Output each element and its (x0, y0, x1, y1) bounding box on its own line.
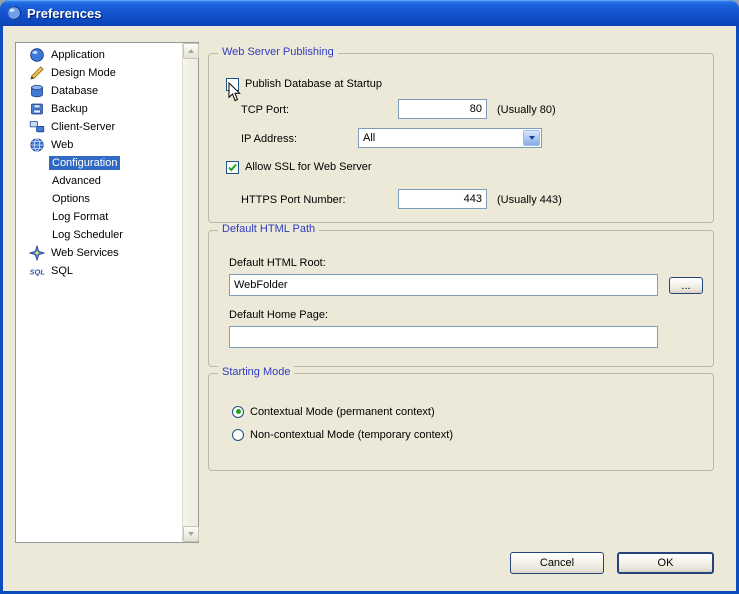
publish-database-checkbox[interactable] (226, 78, 239, 91)
arrow-up-icon (188, 49, 194, 53)
sidebar-item-label: Web (48, 138, 76, 152)
app-icon (6, 5, 22, 21)
browse-button[interactable]: ... (669, 277, 703, 294)
contextual-mode-radio[interactable] (232, 406, 244, 418)
sidebar-item-label: Web Services (48, 246, 122, 260)
titlebar[interactable]: Preferences (0, 0, 739, 26)
sidebar-item-label: Configuration (49, 156, 120, 170)
sidebar-item-application[interactable]: Application (16, 46, 198, 64)
tcp-port-hint: (Usually 80) (497, 104, 556, 116)
ip-address-select[interactable]: All (358, 128, 542, 148)
preferences-nav-list: Application Design Mode Database Backup (15, 42, 199, 543)
sidebar-item-label: Database (48, 84, 101, 98)
backup-icon (29, 101, 45, 117)
sidebar-item-client-server[interactable]: Client-Server (16, 118, 198, 136)
group-default-html-path: Default HTML Path Default HTML Root: ...… (208, 230, 714, 367)
chevron-down-icon (529, 136, 535, 140)
sidebar-item-label: Log Scheduler (49, 228, 126, 242)
https-port-label: HTTPS Port Number: (241, 194, 346, 206)
sidebar-item-label: Options (49, 192, 93, 206)
https-port-hint: (Usually 443) (497, 194, 562, 206)
dialog-client-area: Application Design Mode Database Backup (3, 26, 736, 591)
contextual-mode-label: Contextual Mode (permanent context) (250, 406, 435, 418)
window-title: Preferences (27, 6, 101, 21)
application-icon (29, 47, 45, 63)
scroll-up-button[interactable] (183, 43, 199, 59)
sidebar-scrollbar[interactable] (182, 43, 198, 542)
group-title: Web Server Publishing (218, 46, 338, 58)
sidebar-item-log-format[interactable]: Log Format (16, 208, 198, 226)
sidebar-item-database[interactable]: Database (16, 82, 198, 100)
sidebar-item-label: Client-Server (48, 120, 118, 134)
check-icon (227, 162, 238, 173)
allow-ssl-row: Allow SSL for Web Server (226, 160, 372, 174)
sidebar-item-options[interactable]: Options (16, 190, 198, 208)
ip-address-value: All (359, 132, 522, 144)
sidebar-item-advanced[interactable]: Advanced (16, 172, 198, 190)
contextual-mode-row: Contextual Mode (permanent context) (232, 405, 435, 418)
sidebar-item-label: Application (48, 48, 108, 62)
svg-text:SQL: SQL (30, 268, 46, 277)
sidebar-item-backup[interactable]: Backup (16, 100, 198, 118)
group-title: Starting Mode (218, 366, 294, 378)
publish-database-row: Publish Database at Startup (226, 77, 382, 91)
group-starting-mode: Starting Mode Contextual Mode (permanent… (208, 373, 714, 471)
sidebar-item-label: Advanced (49, 174, 104, 188)
non-contextual-mode-label: Non-contextual Mode (temporary context) (250, 429, 453, 441)
sidebar-item-log-scheduler[interactable]: Log Scheduler (16, 226, 198, 244)
design-mode-icon (29, 65, 45, 81)
sidebar-item-design-mode[interactable]: Design Mode (16, 64, 198, 82)
sidebar-item-label: Backup (48, 102, 91, 116)
cancel-button[interactable]: Cancel (510, 552, 604, 574)
group-title: Default HTML Path (218, 223, 319, 235)
sidebar-item-web-services[interactable]: Web Services (16, 244, 198, 262)
sidebar-item-sql[interactable]: SQL SQL (16, 262, 198, 280)
tcp-port-input[interactable] (398, 99, 487, 119)
ok-button[interactable]: OK (617, 552, 714, 574)
allow-ssl-checkbox[interactable] (226, 161, 239, 174)
scroll-down-button[interactable] (183, 526, 199, 542)
ip-address-label: IP Address: (241, 133, 297, 145)
non-contextual-mode-row: Non-contextual Mode (temporary context) (232, 428, 453, 441)
sidebar-item-label: Design Mode (48, 66, 119, 80)
arrow-down-icon (188, 532, 194, 536)
client-server-icon (29, 119, 45, 135)
publish-database-label: Publish Database at Startup (245, 78, 382, 90)
html-root-label: Default HTML Root: (229, 257, 326, 269)
database-icon (29, 83, 45, 99)
web-services-icon (29, 245, 45, 261)
group-web-server-publishing: Web Server Publishing Publish Database a… (208, 53, 714, 223)
https-port-input[interactable] (398, 189, 487, 209)
preferences-window: Preferences Application Design Mode (0, 0, 739, 594)
dropdown-button[interactable] (523, 130, 540, 146)
sql-icon: SQL (29, 263, 45, 279)
html-root-input[interactable] (229, 274, 658, 296)
tcp-port-label: TCP Port: (241, 104, 289, 116)
sidebar-item-label: SQL (48, 264, 76, 278)
non-contextual-mode-radio[interactable] (232, 429, 244, 441)
sidebar-item-configuration[interactable]: Configuration (16, 154, 198, 172)
home-page-input[interactable] (229, 326, 658, 348)
web-globe-icon (29, 137, 45, 153)
home-page-label: Default Home Page: (229, 309, 328, 321)
sidebar-item-label: Log Format (49, 210, 111, 224)
allow-ssl-label: Allow SSL for Web Server (245, 161, 372, 173)
sidebar-item-web[interactable]: Web (16, 136, 198, 154)
